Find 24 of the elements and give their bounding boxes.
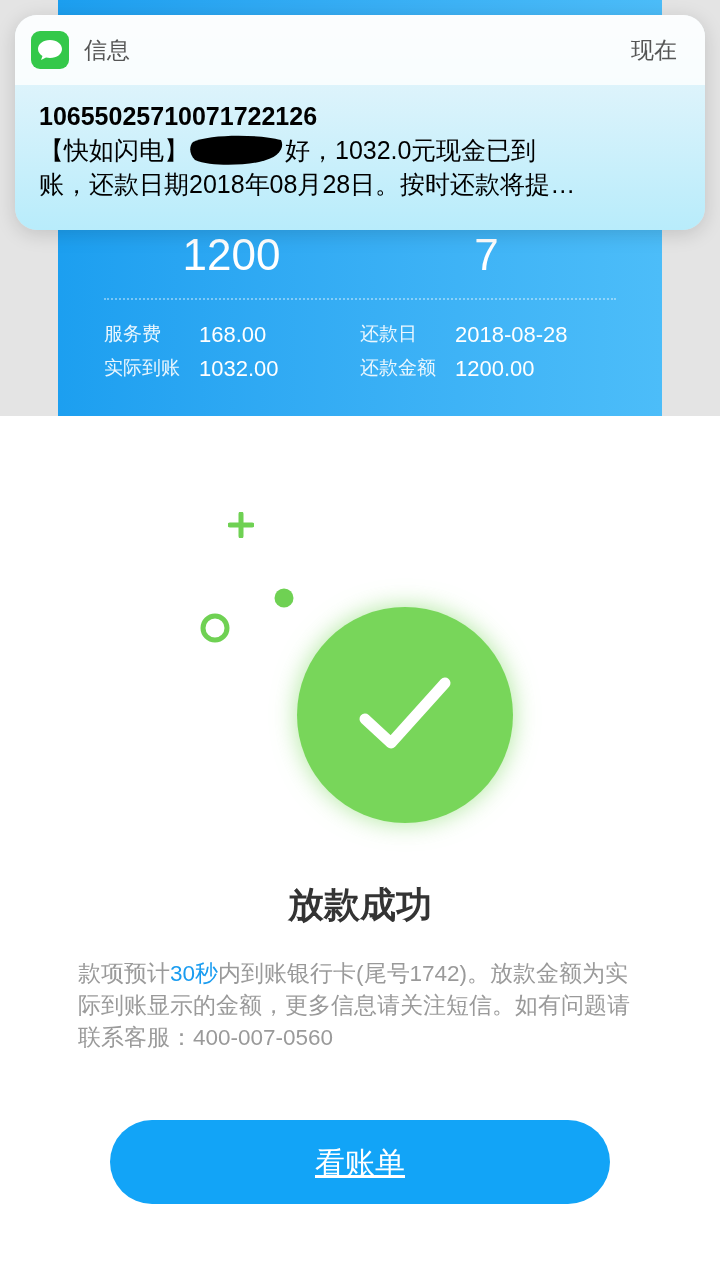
detail-value: 2018-08-28 (455, 320, 568, 349)
message-text: 【快如闪电】 (39, 135, 189, 166)
dot-icon (274, 588, 294, 608)
notification-time: 现在 (631, 35, 677, 65)
plus-icon (228, 512, 254, 538)
detail-label: 还款金额 (360, 355, 437, 380)
success-check-icon (297, 607, 513, 823)
app-name: 信息 (84, 35, 130, 65)
detail-label: 还款日 (360, 321, 418, 346)
detail-value: 1032.00 (199, 354, 279, 383)
loan-amount: 1200 (181, 229, 282, 281)
detail-value: 168.00 (199, 320, 267, 349)
detail-label: 服务费 (104, 321, 162, 346)
message-app-icon (31, 31, 69, 69)
sender-number: 10655025710071722126 (39, 101, 319, 132)
result-title: 放款成功 (287, 883, 433, 927)
notification-banner[interactable]: 信息 现在 10655025710071722126 【快如闪电】 好，1032.0元现金已到 账，还款日期2018年08月28日。按时还款将提… (15, 15, 705, 230)
detail-label: 实际到账 (104, 355, 181, 380)
message-text: 好，1032.0元现金已到 (285, 135, 537, 166)
ring-icon (200, 613, 230, 643)
result-description: 款项预计30秒内到账银行卡(尾号1742)。放款金额为实际到账显示的金额，更多信息请关注短信。如有问题请联系客服：400-007-0560 (78, 960, 631, 1052)
message-text: 账，还款日期2018年08月28日。按时还款将提… (39, 169, 577, 200)
detail-value: 1200.00 (455, 354, 535, 383)
loan-days: 7 (359, 228, 614, 282)
